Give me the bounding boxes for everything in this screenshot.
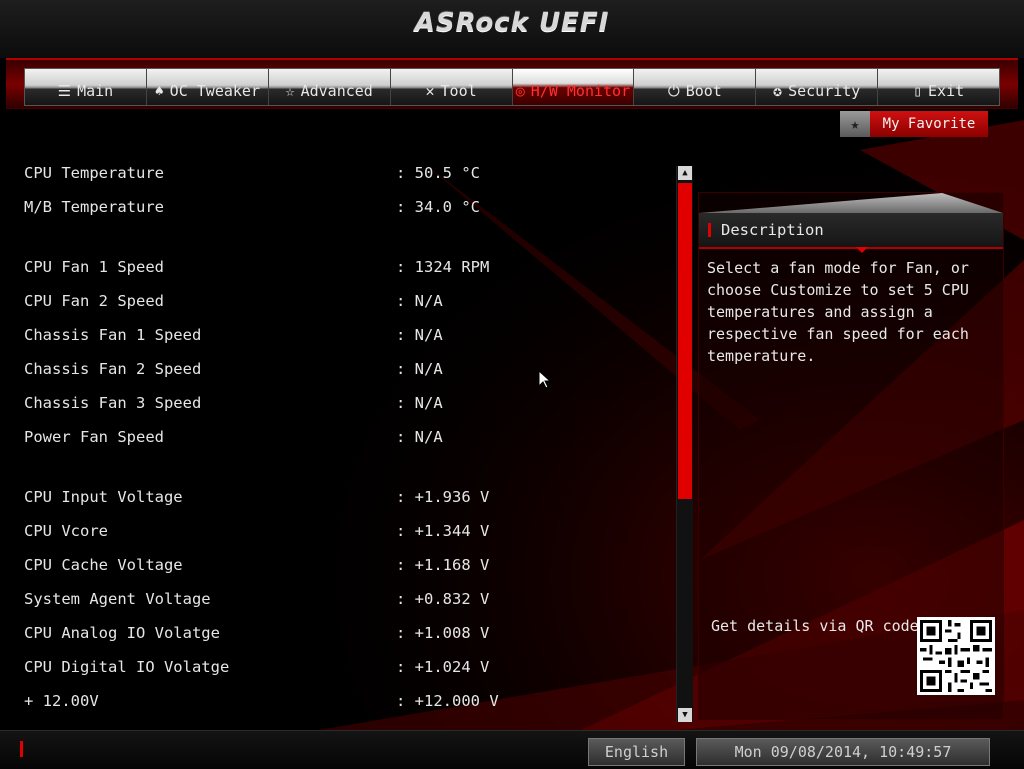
monitor-label: CPU Temperature	[24, 164, 164, 182]
footer-accent-mark	[20, 741, 23, 757]
tab-exit[interactable]: ▯ Exit	[878, 69, 999, 105]
shield-icon: ✪	[773, 82, 783, 100]
monitor-value: : N/A	[396, 428, 443, 446]
monitor-row: CPU Fan 2 Speed : N/A	[24, 289, 664, 315]
panel-top-edge	[699, 193, 1003, 213]
monitor-row: Chassis Fan 2 Speed : N/A	[24, 357, 664, 383]
monitor-row: Chassis Fan 3 Speed : N/A	[24, 391, 664, 417]
description-header: Description	[699, 213, 1003, 253]
monitor-value: : N/A	[396, 360, 443, 378]
power-icon: ⏻	[667, 82, 680, 100]
app-title: ASRock UEFI	[414, 8, 610, 38]
exit-door-icon: ▯	[912, 82, 923, 100]
favorite-star-icon[interactable]: ★	[840, 111, 870, 137]
monitor-row: CPU Digital IO Volatge : +1.024 V	[24, 655, 664, 681]
monitor-row: System Agent Voltage : +0.832 V	[24, 587, 664, 613]
tab-advanced[interactable]: ☆ Advanced	[269, 69, 391, 105]
monitor-value: : 1324 RPM	[396, 258, 490, 276]
monitor-label: Power Fan Speed	[24, 428, 164, 446]
monitor-icon: ◎	[515, 82, 525, 100]
monitor-label: CPU Fan 1 Speed	[24, 258, 164, 276]
tab-oc-tweaker[interactable]: ♠ OC Tweaker	[147, 69, 269, 105]
monitor-row: Chassis Fan 1 Speed : N/A	[24, 323, 664, 349]
tab-label: Advanced	[300, 82, 373, 100]
monitor-label: CPU Analog IO Volatge	[24, 624, 220, 642]
monitor-value: : +1.344 V	[396, 522, 490, 540]
monitor-row: CPU Fan 1 Speed : 1324 RPM	[24, 255, 664, 281]
monitor-row: + 12.00V : +12.000 V	[24, 689, 664, 715]
tools-icon: ✕	[425, 82, 435, 100]
monitor-label: M/B Temperature	[24, 198, 164, 216]
monitor-value: : +12.000 V	[396, 692, 499, 710]
monitor-label: CPU Vcore	[24, 522, 108, 540]
monitor-value: : 34.0 °C	[396, 198, 480, 216]
monitor-value: : +1.008 V	[396, 624, 490, 642]
my-favorite-control: ★ My Favorite	[840, 111, 988, 137]
monitor-value: : +1.024 V	[396, 658, 490, 676]
tab-label: Exit	[928, 82, 965, 100]
monitor-value: : N/A	[396, 394, 443, 412]
monitor-label: System Agent Voltage	[24, 590, 211, 608]
tab-label: OC Tweaker	[169, 82, 260, 100]
monitor-value: : +0.832 V	[396, 590, 490, 608]
header: ASRock UEFI	[0, 0, 1024, 58]
scroll-up-arrow-icon[interactable]: ▲	[678, 166, 692, 180]
description-panel: Description Select a fan mode for Fan, o…	[698, 192, 1004, 720]
tab-label: H/W Monitor	[530, 82, 631, 100]
monitor-label: CPU Digital IO Volatge	[24, 658, 230, 676]
star-icon: ☆	[285, 82, 295, 100]
monitor-value: : N/A	[396, 292, 443, 310]
header-accent-bar	[708, 223, 711, 237]
monitor-row: CPU Vcore : +1.344 V	[24, 519, 664, 545]
datetime-display: Mon 09/08/2014, 10:49:57	[696, 738, 990, 766]
tab-main[interactable]: ☰ Main	[25, 69, 147, 105]
rocket-icon: ♠	[154, 82, 164, 100]
monitor-label: CPU Fan 2 Speed	[24, 292, 164, 310]
monitor-row: M/B Temperature : 34.0 °C	[24, 195, 664, 221]
monitor-label: CPU Input Voltage	[24, 488, 183, 506]
header-notch	[856, 247, 868, 253]
monitor-value: : N/A	[396, 326, 443, 344]
language-button[interactable]: English	[588, 738, 685, 766]
tab-label: Main	[77, 82, 114, 100]
monitor-row: CPU Input Voltage : +1.936 V	[24, 485, 664, 511]
tab-tool[interactable]: ✕ Tool	[391, 69, 513, 105]
tab-label: Boot	[685, 82, 722, 100]
list-icon: ☰	[57, 82, 72, 100]
description-title: Description	[721, 221, 824, 239]
tab-hw-monitor[interactable]: ◎ H/W Monitor	[512, 69, 635, 105]
mouse-cursor-icon	[538, 370, 552, 389]
monitor-label: Chassis Fan 1 Speed	[24, 326, 202, 344]
scrollbar-thumb[interactable]	[678, 183, 692, 499]
my-favorite-button[interactable]: My Favorite	[870, 111, 988, 137]
monitor-label: CPU Cache Voltage	[24, 556, 183, 574]
main-nav: ☰ Main ♠ OC Tweaker ☆ Advanced ✕ Tool ◎ …	[24, 68, 1000, 106]
monitor-row: CPU Cache Voltage : +1.168 V	[24, 553, 664, 579]
scroll-down-arrow-icon[interactable]: ▼	[678, 708, 692, 722]
monitor-value: : +1.168 V	[396, 556, 490, 574]
footer: English Mon 09/08/2014, 10:49:57	[0, 730, 1024, 769]
tab-label: Security	[788, 82, 861, 100]
monitor-row: Power Fan Speed : N/A	[24, 425, 664, 451]
monitor-row: CPU Temperature : 50.5 °C	[24, 161, 664, 187]
description-text: Select a fan mode for Fan, or choose Cus…	[707, 259, 969, 365]
qr-code-icon	[917, 617, 995, 695]
monitor-label: Chassis Fan 3 Speed	[24, 394, 202, 412]
monitor-label: Chassis Fan 2 Speed	[24, 360, 202, 378]
monitor-row: CPU Analog IO Volatge : +1.008 V	[24, 621, 664, 647]
qr-label: Get details via QR code	[711, 617, 919, 635]
scrollbar[interactable]: ▲ ▼	[676, 166, 693, 722]
monitor-label: + 12.00V	[24, 692, 99, 710]
monitor-value: : +1.936 V	[396, 488, 490, 506]
tab-security[interactable]: ✪ Security	[756, 69, 879, 105]
tab-label: Tool	[440, 82, 477, 100]
monitor-value: : 50.5 °C	[396, 164, 480, 182]
tab-boot[interactable]: ⏻ Boot	[634, 69, 757, 105]
